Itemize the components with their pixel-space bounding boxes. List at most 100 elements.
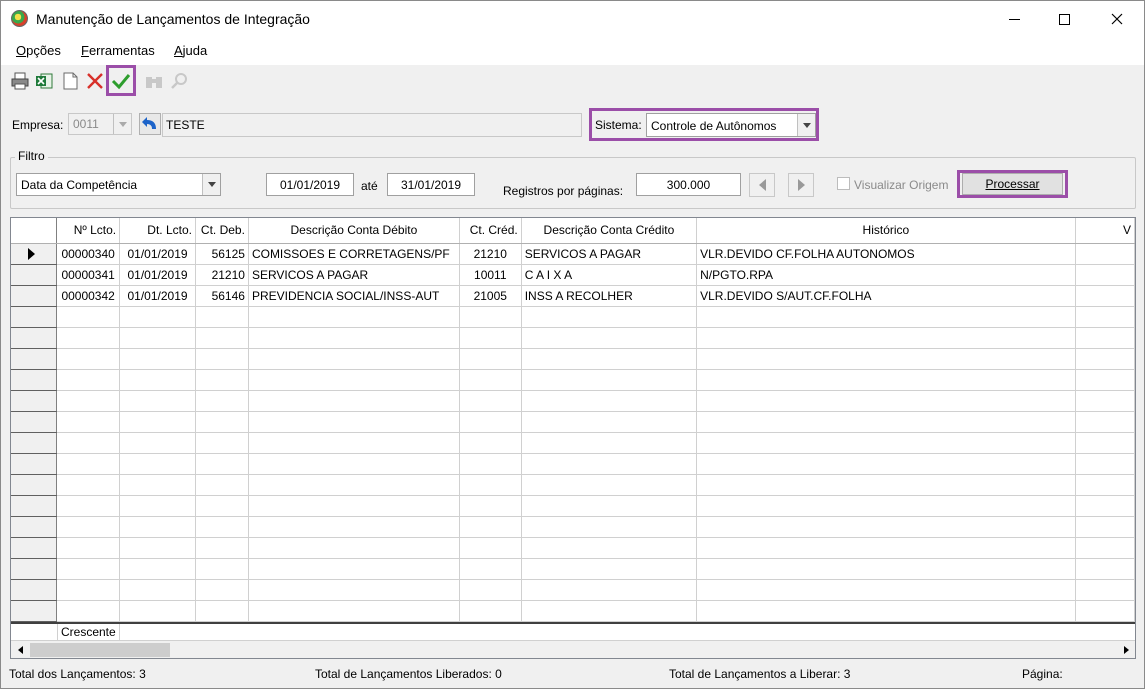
row-indicator[interactable] — [11, 243, 58, 265]
table-cell[interactable] — [459, 348, 522, 370]
row-indicator[interactable] — [11, 558, 58, 580]
table-cell[interactable] — [521, 495, 698, 517]
table-cell[interactable] — [248, 327, 460, 349]
table-cell[interactable] — [56, 306, 121, 328]
table-cell[interactable] — [119, 453, 196, 475]
table-cell[interactable] — [1075, 600, 1135, 622]
scroll-left-button[interactable] — [11, 641, 29, 658]
table-cell[interactable] — [248, 558, 460, 580]
table-cell[interactable] — [521, 327, 698, 349]
table-row[interactable] — [11, 558, 1135, 580]
table-cell[interactable] — [248, 579, 460, 601]
table-cell[interactable] — [1075, 495, 1135, 517]
data-inicio-input[interactable]: 01/01/2019 — [266, 173, 354, 196]
table-cell[interactable] — [459, 537, 522, 559]
table-cell[interactable] — [1075, 390, 1135, 412]
table-cell[interactable] — [56, 495, 121, 517]
table-cell[interactable] — [119, 306, 196, 328]
row-indicator[interactable] — [11, 327, 58, 349]
table-cell[interactable] — [1075, 432, 1135, 454]
table-cell[interactable] — [56, 600, 121, 622]
table-cell[interactable] — [459, 579, 522, 601]
delete-icon[interactable] — [85, 71, 105, 91]
col-header-desc-credito[interactable]: Descrição Conta Crédito — [521, 218, 698, 244]
minimize-button[interactable] — [991, 1, 1037, 37]
table-row[interactable] — [11, 537, 1135, 559]
table-cell[interactable]: C A I X A — [521, 264, 698, 286]
menu-opcoes[interactable]: Opções — [16, 43, 61, 58]
table-cell[interactable] — [119, 516, 196, 538]
table-cell[interactable] — [195, 348, 249, 370]
table-row[interactable] — [11, 474, 1135, 496]
table-cell[interactable] — [56, 411, 121, 433]
col-header-v[interactable]: V — [1075, 218, 1135, 244]
col-header-historico[interactable]: Histórico — [696, 218, 1076, 244]
table-cell[interactable] — [248, 411, 460, 433]
table-row[interactable] — [11, 390, 1135, 412]
table-cell[interactable] — [521, 516, 698, 538]
table-cell[interactable] — [119, 537, 196, 559]
table-cell[interactable] — [696, 558, 1076, 580]
table-cell[interactable]: 00000340 — [56, 243, 121, 265]
table-cell[interactable]: 56146 — [195, 285, 249, 307]
filtro-tipo-dropdown-button[interactable] — [202, 174, 220, 195]
table-cell[interactable] — [119, 579, 196, 601]
table-cell[interactable] — [119, 432, 196, 454]
table-cell[interactable] — [248, 390, 460, 412]
table-cell[interactable] — [696, 348, 1076, 370]
table-cell[interactable] — [56, 558, 121, 580]
col-header-ctdeb[interactable]: Ct. Deb. — [195, 218, 249, 244]
table-cell[interactable] — [521, 348, 698, 370]
table-cell[interactable] — [1075, 474, 1135, 496]
table-cell[interactable] — [195, 327, 249, 349]
data-fim-input[interactable]: 31/01/2019 — [387, 173, 475, 196]
table-cell[interactable] — [195, 495, 249, 517]
table-cell[interactable]: N/PGTO.RPA — [696, 264, 1076, 286]
table-cell[interactable] — [696, 411, 1076, 433]
table-cell[interactable]: VLR.DEVIDO S/AUT.CF.FOLHA — [696, 285, 1076, 307]
empresa-dropdown-button[interactable] — [113, 114, 131, 134]
menu-ferramentas[interactable]: Ferramentas — [81, 43, 155, 58]
printer-icon[interactable] — [10, 71, 30, 91]
row-indicator[interactable] — [11, 348, 58, 370]
menu-ajuda[interactable]: Ajuda — [174, 43, 207, 58]
table-cell[interactable] — [248, 306, 460, 328]
table-row[interactable] — [11, 327, 1135, 349]
horizontal-scrollbar[interactable] — [11, 640, 1135, 658]
table-cell[interactable]: 21005 — [459, 285, 522, 307]
excel-icon[interactable] — [34, 71, 54, 91]
col-header-nlcto[interactable]: Nº Lcto. — [56, 218, 121, 244]
row-indicator[interactable] — [11, 453, 58, 475]
table-cell[interactable] — [459, 432, 522, 454]
col-header-dtlcto[interactable]: Dt. Lcto. — [119, 218, 196, 244]
table-cell[interactable] — [248, 516, 460, 538]
row-indicator[interactable] — [11, 474, 58, 496]
table-cell[interactable] — [195, 306, 249, 328]
processar-button[interactable]: Processar — [962, 173, 1063, 195]
table-cell[interactable] — [248, 432, 460, 454]
table-cell[interactable] — [521, 600, 698, 622]
table-cell[interactable] — [119, 474, 196, 496]
maximize-button[interactable] — [1041, 1, 1087, 37]
table-cell[interactable]: 21210 — [195, 264, 249, 286]
close-button[interactable] — [1094, 1, 1140, 37]
table-cell[interactable] — [195, 516, 249, 538]
table-cell[interactable] — [1075, 327, 1135, 349]
table-cell[interactable]: VLR.DEVIDO CF.FOLHA AUTONOMOS — [696, 243, 1076, 265]
table-cell[interactable] — [521, 558, 698, 580]
table-cell[interactable] — [459, 516, 522, 538]
table-cell[interactable] — [696, 453, 1076, 475]
table-cell[interactable]: 00000342 — [56, 285, 121, 307]
undo-icon[interactable] — [139, 113, 161, 135]
document-icon[interactable] — [60, 71, 80, 91]
table-cell[interactable] — [1075, 306, 1135, 328]
row-indicator[interactable] — [11, 537, 58, 559]
table-cell[interactable] — [1075, 537, 1135, 559]
table-cell[interactable] — [56, 474, 121, 496]
table-cell[interactable] — [521, 390, 698, 412]
registros-input[interactable]: 300.000 — [636, 173, 741, 196]
table-row[interactable] — [11, 516, 1135, 538]
visualizar-origem-checkbox[interactable] — [837, 177, 850, 190]
table-cell[interactable] — [521, 474, 698, 496]
table-cell[interactable] — [195, 537, 249, 559]
